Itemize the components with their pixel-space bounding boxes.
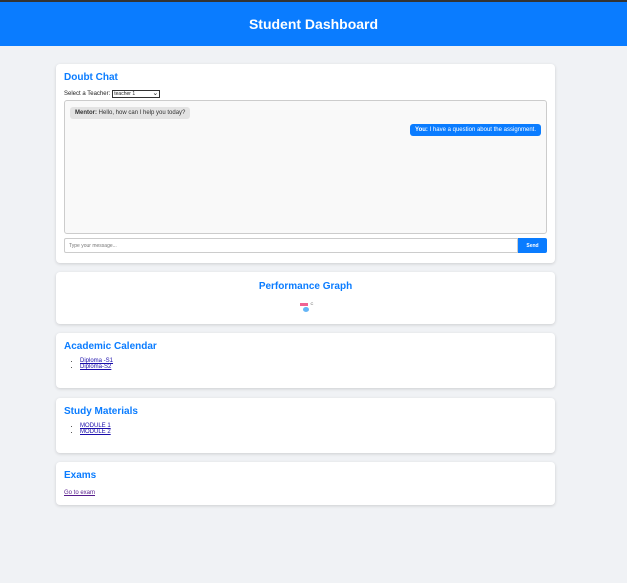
calendar-link-s2[interactable]: Diploma-S2 [80,364,111,370]
doubt-chat-card: Doubt Chat Select a Teacher: teacher 1 ⌄… [56,64,555,263]
study-materials-card: Study Materials MODULE 1 MODULE 2 [56,398,555,453]
message-input[interactable] [64,238,518,253]
teacher-select-label: Select a Teacher: [64,91,111,97]
performance-title: Performance Graph [258,281,353,292]
academic-calendar-title: Academic Calendar [64,341,157,352]
teacher-select-value: teacher 1 [114,91,136,97]
message-text: Hello, how can I help you today? [98,110,186,116]
academic-calendar-card: Academic Calendar Diploma -S1 Diploma-S2 [56,333,555,388]
teacher-select[interactable]: teacher 1 ⌄ [112,90,161,98]
performance-image-alt: C [310,301,314,306]
performance-card: Performance Graph C [56,272,555,324]
chevron-down-icon: ⌄ [152,90,159,97]
doubt-chat-title: Doubt Chat [64,72,118,83]
teacher-select-row: Select a Teacher: teacher 1 ⌄ [64,90,547,98]
page-title: Student Dashboard [248,16,379,32]
message-mentor: Mentor: Hello, how can I help you today? [70,107,191,119]
study-list: MODULE 1 MODULE 2 [64,423,547,435]
list-item: Diploma-S2 [80,364,547,370]
chat-messages[interactable]: Mentor: Hello, how can I help you today?… [64,100,547,234]
calendar-list: Diploma -S1 Diploma-S2 [64,358,547,370]
message-you: You: I have a question about the assignm… [410,124,541,136]
study-materials-title: Study Materials [64,406,138,417]
page-header: Student Dashboard [0,2,627,46]
message-sender: Mentor: [75,110,97,116]
exams-title: Exams [64,470,97,481]
message-sender: You: [415,127,428,133]
list-item: MODULE 2 [80,429,547,435]
exams-card: Exams Go to exam [56,462,555,505]
send-button[interactable]: Send [518,238,547,253]
module-link-2[interactable]: MODULE 2 [80,429,111,435]
message-input-row: Send [64,238,547,253]
message-text: I have a question about the assignment. [429,127,536,133]
broken-image-icon: C [299,301,318,313]
go-to-exam-link[interactable]: Go to exam [64,490,95,496]
